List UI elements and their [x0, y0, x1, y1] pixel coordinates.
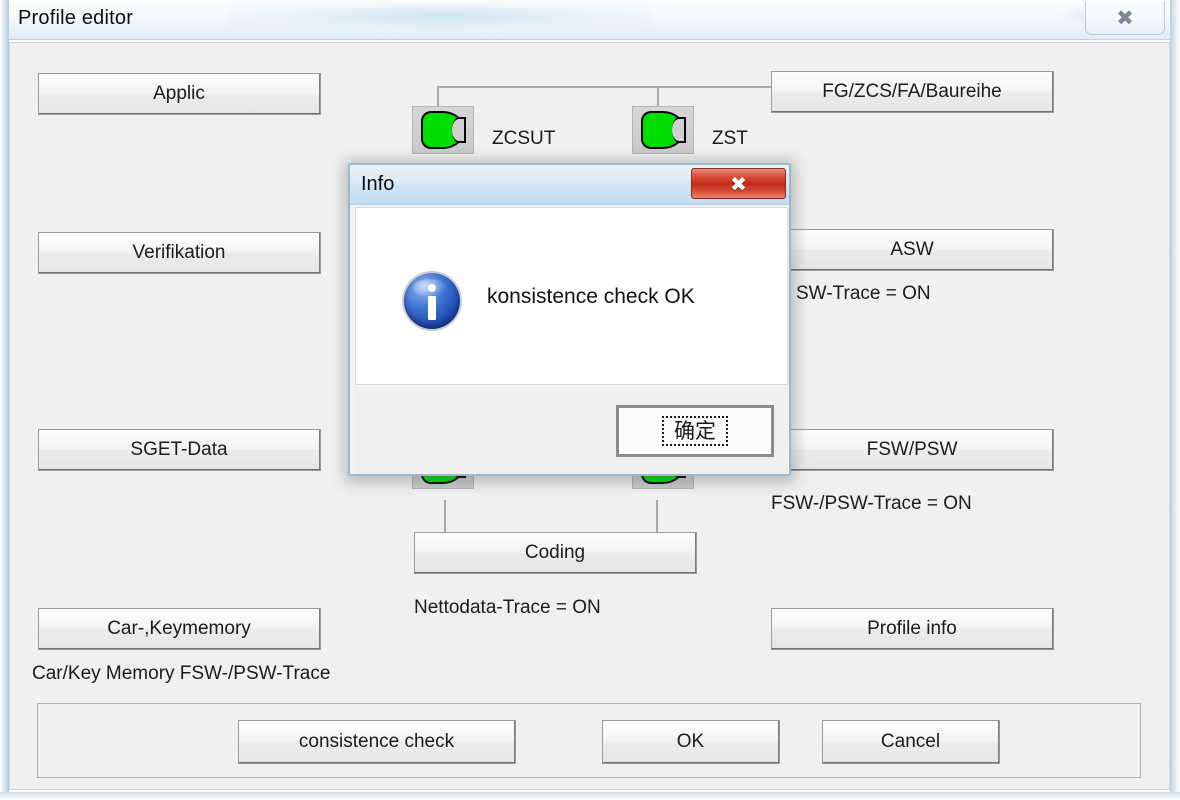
window-border-bottom: [0, 792, 1180, 800]
dialog-confirm-label: 确定: [662, 415, 728, 447]
titlebar-separator: [0, 39, 1180, 40]
info-icon-stem: [428, 296, 436, 320]
dialog-content-area: konsistence check OK: [355, 207, 788, 385]
connector-zst-up: [657, 86, 659, 106]
titlebar-glare: [230, 2, 650, 30]
info-dialog: Info ✖ konsistence check OK 确定: [348, 163, 791, 476]
dialog-message: konsistence check OK: [487, 285, 695, 308]
window-title: Profile editor: [18, 7, 134, 29]
fsw-psw-button[interactable]: FSW/PSW: [771, 429, 1054, 471]
green-indicator-icon: [421, 111, 465, 149]
connector-zcsut-up: [437, 86, 439, 106]
consistence-check-button[interactable]: consistence check: [238, 720, 516, 764]
desktop-background: Profile editor ✖ Applic Verifikation SGE…: [0, 0, 1180, 800]
dialog-confirm-button[interactable]: 确定: [616, 405, 774, 457]
bottom-button-panel: consistence check OK Cancel: [37, 703, 1141, 778]
nettodata-trace-label: Nettodata-Trace = ON: [414, 597, 601, 618]
coding-button[interactable]: Coding: [414, 532, 697, 574]
fg-zcs-fa-baureihe-button[interactable]: FG/ZCS/FA/Baureihe: [771, 71, 1054, 113]
applic-button[interactable]: Applic: [38, 73, 321, 115]
zcsut-indicator[interactable]: [412, 106, 474, 154]
green-indicator-icon: [641, 111, 685, 149]
cancel-button[interactable]: Cancel: [822, 720, 1000, 764]
connector-top-bus: [437, 86, 782, 88]
close-icon: ✖: [1116, 6, 1134, 30]
window-border-left: [0, 0, 9, 800]
zst-label: ZST: [712, 128, 748, 149]
dialog-close-button[interactable]: ✖: [691, 168, 786, 199]
zst-indicator[interactable]: [632, 106, 694, 154]
dialog-title: Info: [361, 173, 395, 195]
dialog-button-bar: 确定: [355, 387, 788, 473]
info-icon-gloss: [413, 279, 447, 297]
window-border-right: [1170, 0, 1180, 800]
verifikation-button[interactable]: Verifikation: [38, 232, 321, 274]
fsw-psw-trace-label: FSW-/PSW-Trace = ON: [771, 493, 972, 514]
car-keymemory-button[interactable]: Car-,Keymemory: [38, 608, 321, 650]
car-key-memory-trace-label: Car/Key Memory FSW-/PSW-Trace: [32, 663, 331, 684]
asw-trace-label: SW-Trace = ON: [796, 283, 931, 304]
window-close-button[interactable]: ✖: [1085, 1, 1165, 35]
ok-button[interactable]: OK: [602, 720, 780, 764]
sget-data-button[interactable]: SGET-Data: [38, 429, 321, 471]
dialog-titlebar: Info ✖: [350, 165, 789, 205]
profile-info-button[interactable]: Profile info: [771, 608, 1054, 650]
close-icon: ✖: [730, 171, 747, 196]
window-titlebar: Profile editor ✖: [0, 0, 1180, 40]
zcsut-label: ZCSUT: [492, 128, 556, 149]
asw-button[interactable]: ASW: [771, 229, 1054, 271]
info-icon: [404, 273, 460, 329]
